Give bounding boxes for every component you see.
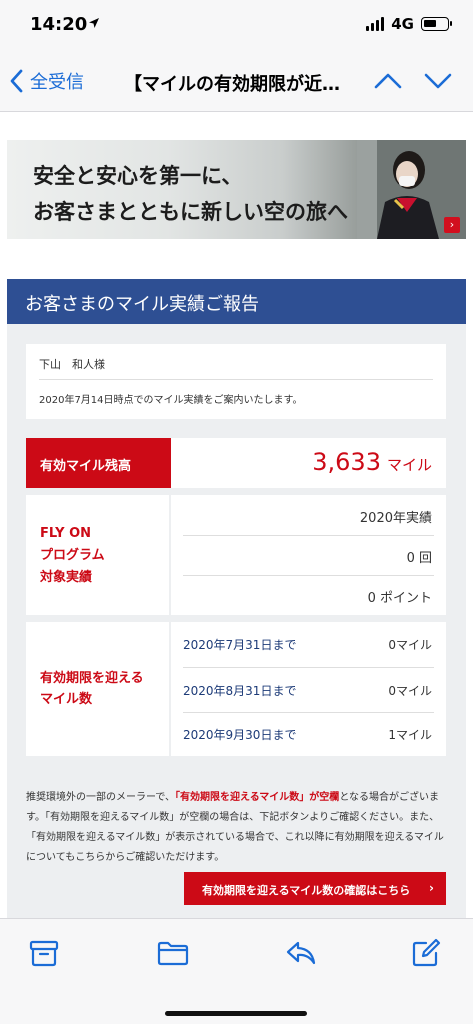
previous-message-button[interactable] <box>374 72 402 94</box>
mileage-balance: 3,633 マイル <box>312 448 432 476</box>
divider <box>183 575 434 576</box>
banner-headline-1: 安全と安心を第一に、 <box>33 164 243 188</box>
email-body[interactable]: 安全と安心を第一に、 お客さまとともに新しい空の旅へ › お客さまのマイル実績ご… <box>0 112 473 918</box>
flyon-values: 2020年実績 0 回 0 ポイント <box>171 495 446 615</box>
location-arrow-icon <box>89 18 99 28</box>
check-expiring-miles-button[interactable]: 有効期限を迎えるマイル数の確認はこちら › <box>184 872 446 905</box>
compose-button[interactable] <box>410 937 442 969</box>
notice-highlight: 「有効期限を迎えるマイル数」が空欄 <box>175 792 340 803</box>
reply-icon <box>286 941 316 965</box>
status-indicators: 4G <box>366 15 452 33</box>
next-message-button[interactable] <box>424 72 452 94</box>
signal-icon <box>366 17 385 31</box>
expiring-miles-values: 2020年7月31日まで 0マイル 2020年8月31日まで 0マイル 2020… <box>171 622 446 756</box>
chevron-left-icon <box>10 69 23 93</box>
as-of-note: 2020年7月14日時点でのマイル実績をご案内いたします。 <box>39 395 303 406</box>
confirm-button-label: 有効期限を迎えるマイル数の確認はこちら <box>202 884 411 897</box>
back-label: 全受信 <box>30 72 84 93</box>
compose-icon <box>412 938 441 967</box>
back-button[interactable]: 全受信 <box>10 68 84 94</box>
divider <box>183 667 434 668</box>
divider <box>39 379 433 380</box>
chevron-up-icon <box>374 73 402 89</box>
mileage-report: お客さまのマイル実績ご報告 下山 和人様 2020年7月14日時点でのマイル実績… <box>7 279 466 918</box>
status-time: 14:20 <box>30 14 88 35</box>
expiry-miles: 0マイル <box>388 684 432 698</box>
mileage-balance-label: 有効マイル残高 <box>26 438 171 488</box>
network-type: 4G <box>391 15 414 33</box>
flyon-label-line: プログラム <box>40 548 105 563</box>
archive-icon <box>29 940 59 967</box>
move-to-folder-button[interactable] <box>156 937 189 969</box>
chevron-right-icon: › <box>429 881 434 895</box>
flyon-count: 0 回 <box>406 551 432 566</box>
expiring-label-line: 有効期限を迎える <box>40 671 144 686</box>
notice-text: 推奨環境外の一部のメーラーで、「有効期限を迎えるマイル数」が空欄となる場合がござ… <box>26 788 446 868</box>
customer-name: 下山 和人様 <box>39 358 105 371</box>
mileage-balance-unit: マイル <box>386 456 432 474</box>
chevron-down-icon <box>424 73 452 89</box>
customer-info-card: 下山 和人様 2020年7月14日時点でのマイル実績をご案内いたします。 <box>26 344 446 419</box>
banner-arrow-icon[interactable]: › <box>444 217 460 233</box>
reply-button[interactable] <box>284 937 316 969</box>
nav-bar: 全受信 【マイルの有効期限が近… <box>0 50 473 112</box>
archive-button[interactable] <box>28 937 60 969</box>
report-header: お客さまのマイル実績ご報告 <box>7 279 466 324</box>
mileage-balance-value: 3,633 <box>312 448 381 476</box>
message-subject: 【マイルの有効期限が近… <box>124 74 340 95</box>
flyon-points: 0 ポイント <box>367 591 432 606</box>
flyon-label-line: FLY ON <box>40 526 92 541</box>
banner-headline-2: お客さまとともに新しい空の旅へ <box>33 200 348 224</box>
expiry-miles: 1マイル <box>388 728 432 742</box>
flyon-program-section: FLY ON プログラム 対象実績 2020年実績 0 回 0 ポイント <box>26 495 446 615</box>
home-indicator[interactable] <box>165 1011 307 1016</box>
notice-part-1: 推奨環境外の一部のメーラーで、 <box>26 792 175 803</box>
flyon-program-label: FLY ON プログラム 対象実績 <box>26 495 169 615</box>
status-bar: 14:20 4G <box>0 0 473 50</box>
expiring-miles-section: 有効期限を迎える マイル数 2020年7月31日まで 0マイル 2020年8月3… <box>26 622 446 756</box>
expiry-date: 2020年7月31日まで <box>183 638 297 652</box>
report-title: お客さまのマイル実績ご報告 <box>25 294 259 315</box>
expiring-label-line: マイル数 <box>40 692 93 707</box>
expiring-miles-label: 有効期限を迎える マイル数 <box>26 622 169 756</box>
divider <box>183 712 434 713</box>
bottom-toolbar <box>0 918 473 1024</box>
expiry-date: 2020年8月31日まで <box>183 684 297 698</box>
flyon-year-label: 2020年実績 <box>359 511 432 526</box>
divider <box>183 535 434 536</box>
promo-banner[interactable]: 安全と安心を第一に、 お客さまとともに新しい空の旅へ › <box>7 140 466 239</box>
expiry-date: 2020年9月30日まで <box>183 728 297 742</box>
mileage-balance-row: 有効マイル残高 3,633 マイル <box>26 438 446 488</box>
battery-icon <box>421 17 452 31</box>
expiry-miles: 0マイル <box>388 638 432 652</box>
flyon-label-line: 対象実績 <box>40 570 93 585</box>
folder-icon <box>157 941 189 966</box>
